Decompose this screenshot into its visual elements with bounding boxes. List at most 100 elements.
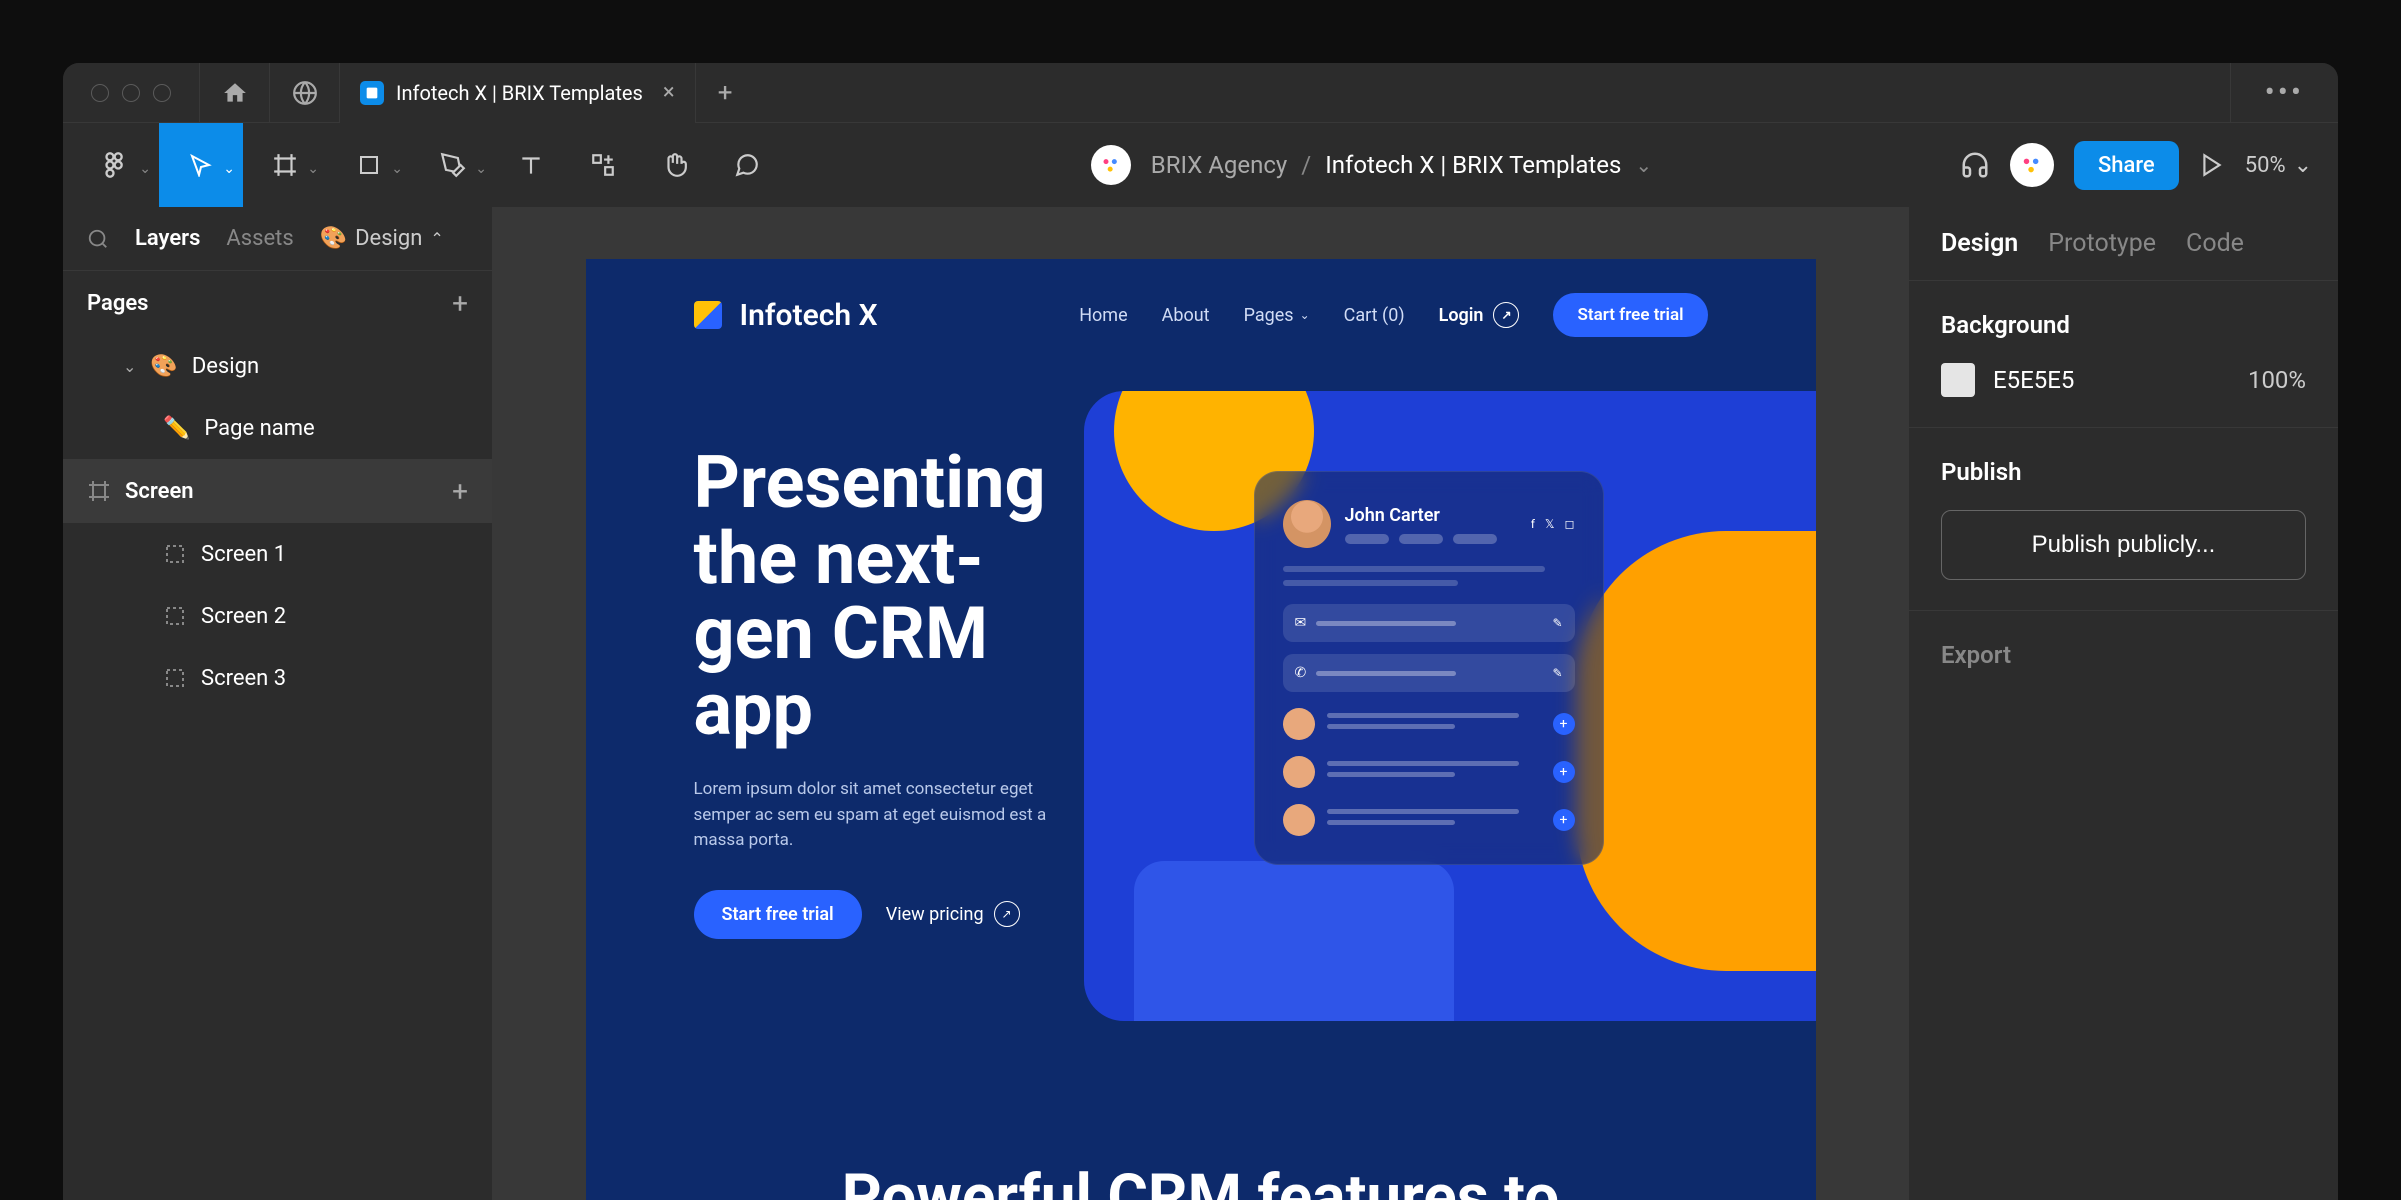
- site-header: Infotech X Home About Pages ⌄ Cart (0) L…: [586, 259, 1816, 371]
- color-swatch[interactable]: [1941, 363, 1975, 397]
- present-button[interactable]: [2199, 152, 2225, 178]
- nav-home[interactable]: Home: [1079, 305, 1127, 326]
- nav-about[interactable]: About: [1162, 305, 1210, 326]
- layer-item[interactable]: Screen 1: [63, 523, 492, 585]
- login-button[interactable]: Login ↗: [1439, 302, 1520, 328]
- add-icon: +: [1553, 713, 1575, 735]
- chevron-down-icon: ⌄: [1300, 308, 1310, 322]
- background-section: Background E5E5E5 100%: [1909, 281, 2338, 428]
- maximize-window[interactable]: [153, 84, 171, 102]
- file-name[interactable]: Infotech X | BRIX Templates: [1325, 151, 1621, 179]
- chevron-down-icon: ⌄: [139, 161, 151, 177]
- arrow-icon: ↗: [1493, 302, 1519, 328]
- audio-button[interactable]: [1960, 150, 1990, 180]
- text-tool[interactable]: [495, 123, 567, 207]
- hero-subtitle: Lorem ipsum dolor sit amet consectetur e…: [694, 777, 1084, 854]
- frames-label: Screen: [125, 479, 194, 504]
- phone-icon: ✆: [1295, 665, 1307, 681]
- hero-cta-secondary[interactable]: View pricing ↗: [886, 901, 1020, 927]
- close-window[interactable]: [91, 84, 109, 102]
- comment-tool[interactable]: [711, 123, 783, 207]
- card-user-name: John Carter: [1345, 505, 1497, 526]
- layers-panel: Layers Assets 🎨 Design ⌃ Pages + ⌄ 🎨 Des…: [63, 207, 493, 1200]
- design-tab[interactable]: Design: [1941, 229, 2018, 258]
- avatar: [1283, 708, 1315, 740]
- chevron-down-icon: ⌄: [391, 161, 403, 177]
- twitter-icon: 𝕏: [1545, 517, 1555, 531]
- avatar: [1283, 756, 1315, 788]
- app-menu-button[interactable]: •••: [2230, 63, 2338, 123]
- export-section[interactable]: Export: [1909, 611, 2338, 699]
- canvas[interactable]: Infotech X Home About Pages ⌄ Cart (0) L…: [493, 207, 1908, 1200]
- chevron-down-icon: ⌄: [2294, 153, 2312, 178]
- home-button[interactable]: [199, 63, 269, 123]
- page-item[interactable]: ⌄ 🎨 Design: [63, 335, 492, 397]
- org-avatar[interactable]: [1091, 145, 1131, 185]
- share-button[interactable]: Share: [2074, 141, 2179, 190]
- breadcrumb-separator: /: [1301, 151, 1311, 179]
- pen-tool[interactable]: ⌄: [411, 123, 495, 207]
- background-opacity[interactable]: 100%: [2248, 366, 2306, 394]
- add-icon: +: [1553, 809, 1575, 831]
- layer-name: Screen 3: [201, 666, 286, 691]
- arrow-icon: ↗: [994, 901, 1020, 927]
- page-item[interactable]: ✏️ Page name: [63, 397, 492, 459]
- layer-item[interactable]: Screen 2: [63, 585, 492, 647]
- search-icon[interactable]: [87, 228, 109, 250]
- layers-tab[interactable]: Layers: [135, 226, 200, 251]
- file-tab[interactable]: Infotech X | BRIX Templates ×: [339, 63, 695, 123]
- add-page-button[interactable]: +: [452, 287, 468, 320]
- layer-name: Screen 1: [201, 542, 286, 567]
- code-tab[interactable]: Code: [2186, 229, 2244, 258]
- edit-icon: ✎: [1552, 666, 1562, 680]
- chevron-up-icon: ⌃: [430, 229, 443, 248]
- frames-section-header[interactable]: Screen +: [63, 459, 492, 523]
- contact-row: +: [1283, 708, 1575, 740]
- figma-window: Infotech X | BRIX Templates × + ••• ⌄ ⌄ …: [63, 63, 2338, 1200]
- publish-button[interactable]: Publish publicly...: [1941, 510, 2306, 580]
- page-dropdown[interactable]: 🎨 Design ⌃: [320, 226, 444, 251]
- file-breadcrumb: BRIX Agency / Infotech X | BRIX Template…: [783, 145, 1960, 185]
- frame-tool[interactable]: ⌄: [243, 123, 327, 207]
- edit-icon: ✎: [1552, 616, 1562, 630]
- prototype-tab[interactable]: Prototype: [2048, 229, 2156, 258]
- toolbar: ⌄ ⌄ ⌄ ⌄ ⌄: [63, 123, 2338, 207]
- main-menu-button[interactable]: ⌄: [75, 123, 159, 207]
- publish-section: Publish Publish publicly...: [1909, 428, 2338, 611]
- properties-panel: Design Prototype Code Background E5E5E5 …: [1908, 207, 2338, 1200]
- pages-section-header: Pages +: [63, 271, 492, 335]
- file-icon: [360, 81, 384, 105]
- hero-cta-primary[interactable]: Start free trial: [694, 890, 862, 939]
- layer-item[interactable]: Screen 3: [63, 647, 492, 709]
- publish-title: Publish: [1941, 458, 2306, 486]
- chevron-down-icon: ⌄: [123, 357, 136, 376]
- background-hex[interactable]: E5E5E5: [1993, 366, 2074, 394]
- minimize-window[interactable]: [122, 84, 140, 102]
- assets-tab[interactable]: Assets: [226, 226, 293, 251]
- nav-pages[interactable]: Pages ⌄: [1244, 305, 1310, 326]
- frame-dashed-icon: [163, 666, 187, 690]
- frame-icon: [87, 479, 111, 503]
- avatar: [1283, 500, 1331, 548]
- close-tab-icon[interactable]: ×: [663, 80, 675, 105]
- move-tool[interactable]: ⌄: [159, 123, 243, 207]
- resources-tool[interactable]: [567, 123, 639, 207]
- background-title: Background: [1941, 311, 2306, 339]
- zoom-control[interactable]: 50% ⌄: [2245, 153, 2312, 178]
- design-frame[interactable]: Infotech X Home About Pages ⌄ Cart (0) L…: [586, 259, 1816, 1200]
- mail-icon: ✉: [1295, 615, 1307, 631]
- hand-tool[interactable]: [639, 123, 711, 207]
- org-name[interactable]: BRIX Agency: [1151, 151, 1288, 179]
- header-cta-button[interactable]: Start free trial: [1553, 293, 1707, 337]
- chevron-down-icon[interactable]: ⌄: [1635, 153, 1652, 177]
- page-emoji: 🎨: [150, 354, 177, 379]
- nav-cart[interactable]: Cart (0): [1344, 305, 1405, 326]
- new-tab-button[interactable]: +: [695, 63, 755, 123]
- chevron-down-icon: ⌄: [307, 161, 319, 177]
- shape-tool[interactable]: ⌄: [327, 123, 411, 207]
- layer-name: Screen 2: [201, 604, 286, 629]
- community-button[interactable]: [269, 63, 339, 123]
- add-frame-button[interactable]: +: [452, 475, 468, 508]
- user-avatar[interactable]: [2010, 143, 2054, 187]
- chevron-down-icon: ⌄: [475, 161, 487, 177]
